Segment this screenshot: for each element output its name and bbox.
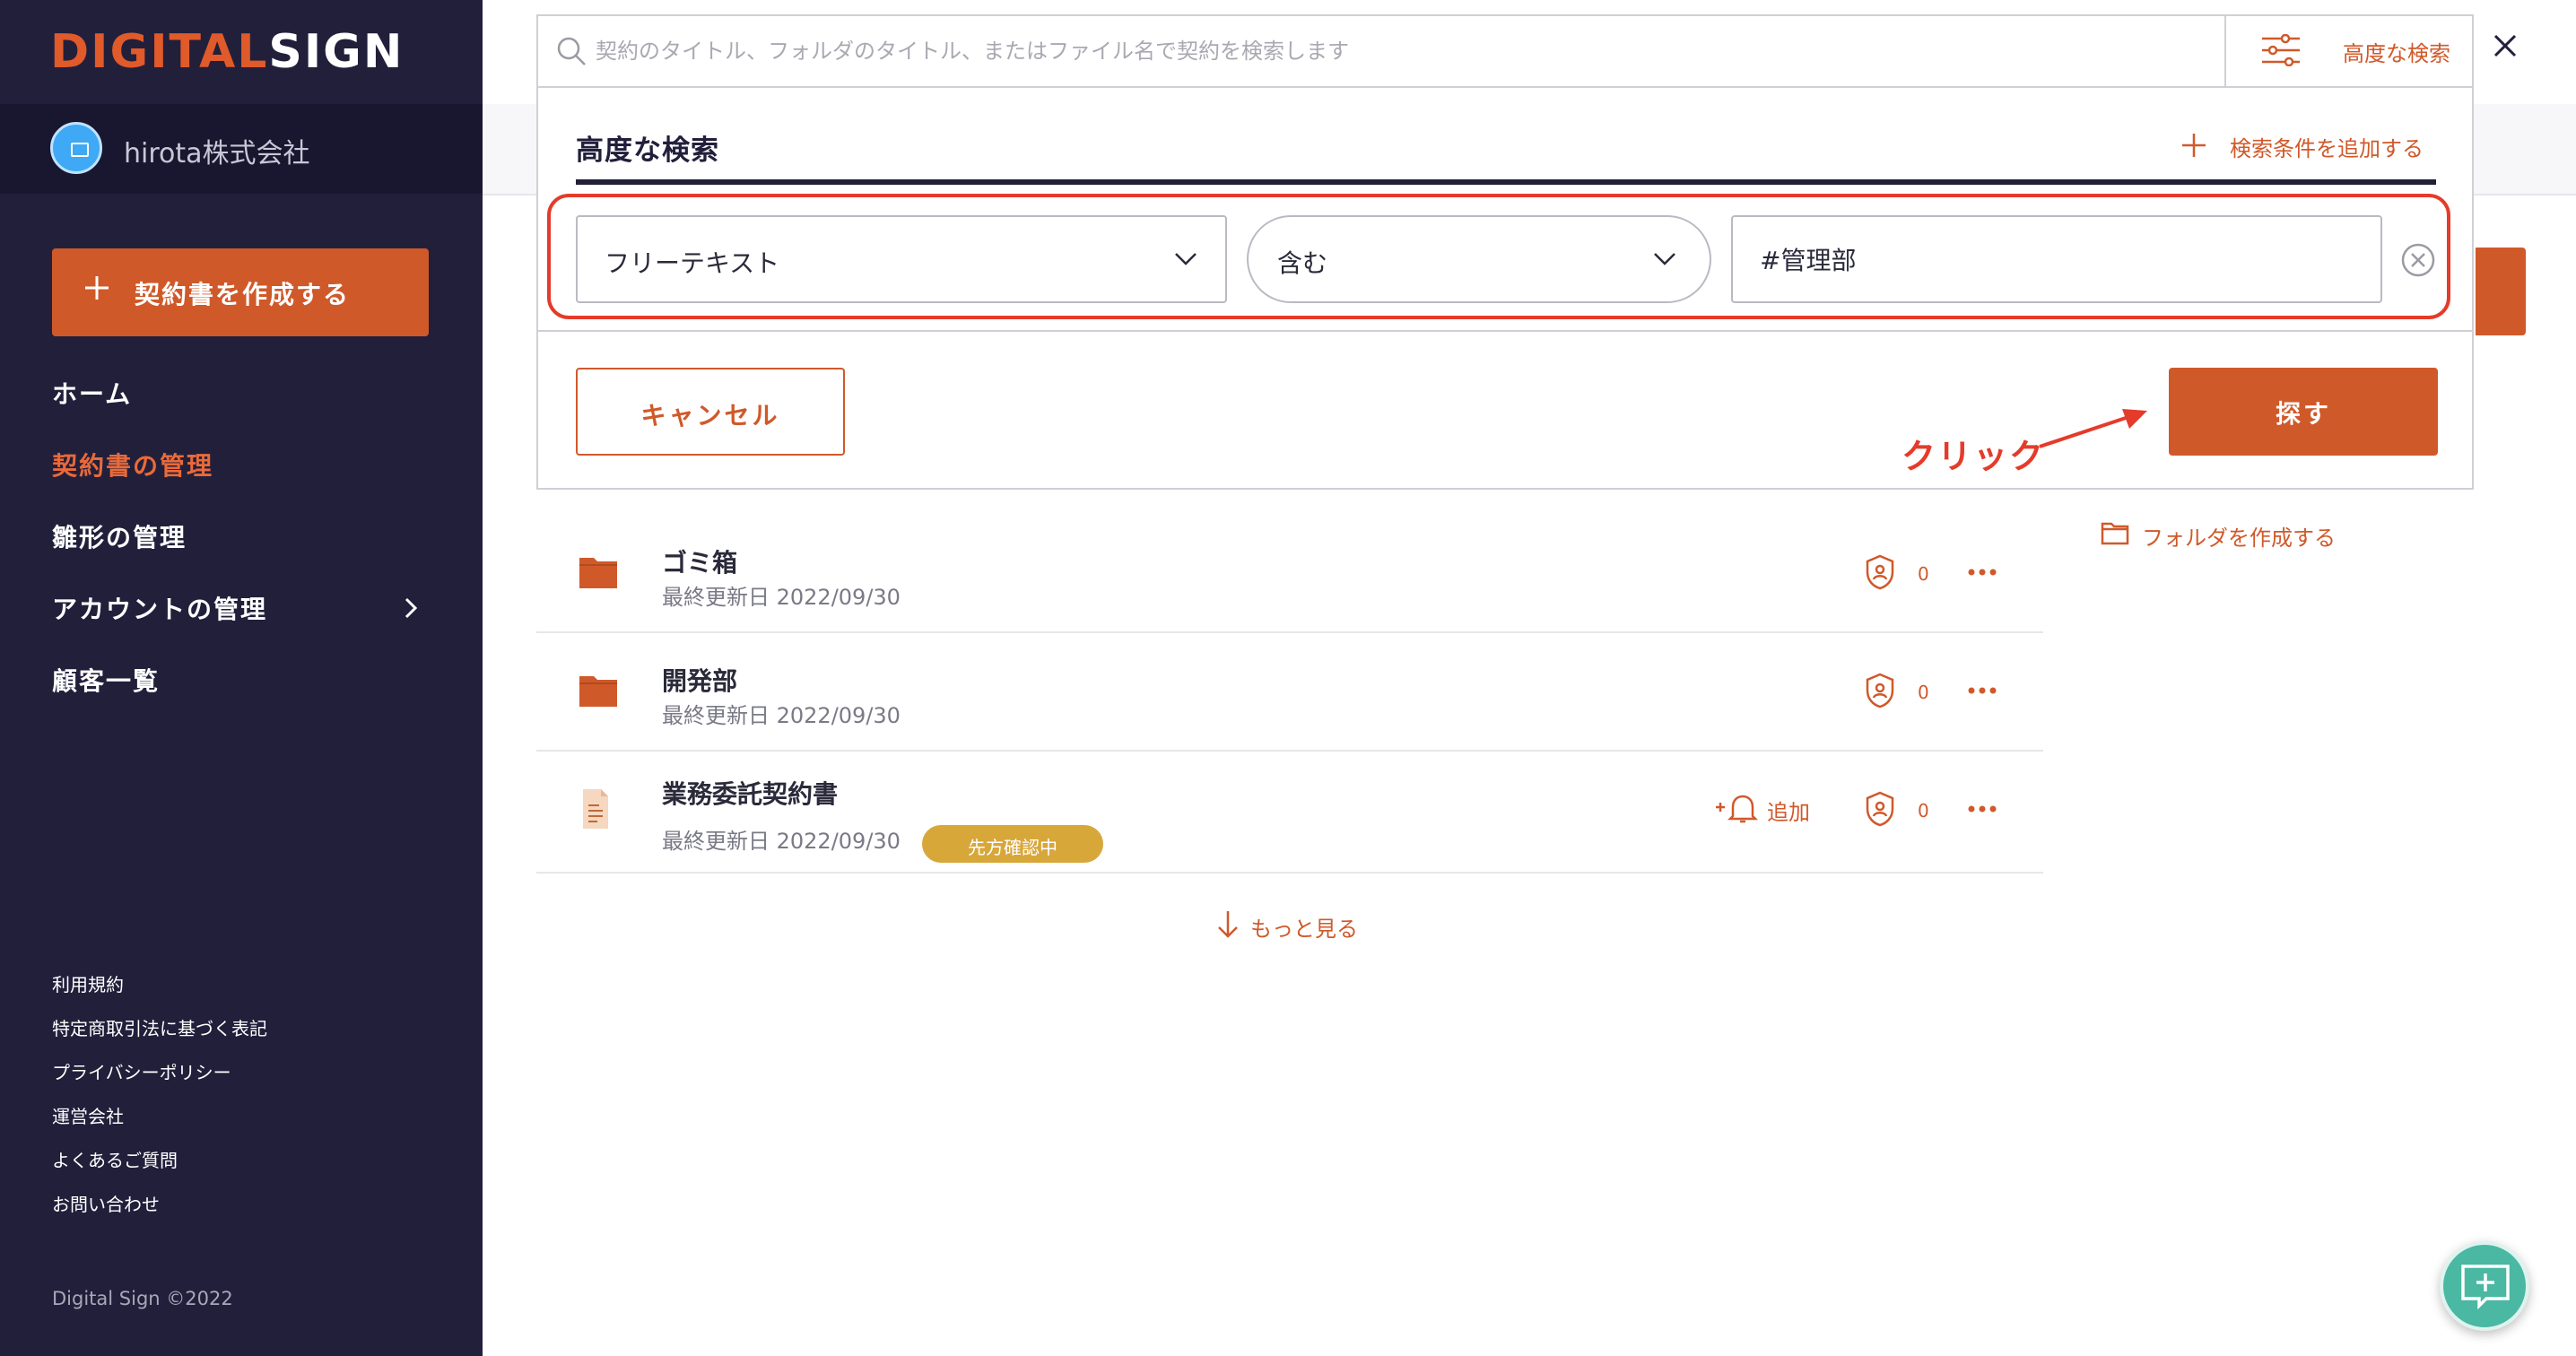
permission-count: 0 xyxy=(1918,563,1929,585)
footer-link-terms[interactable]: 利用規約 xyxy=(52,970,124,996)
create-contract-label: 契約書を作成する xyxy=(135,281,351,309)
chevron-down-icon xyxy=(1173,251,1198,267)
document-icon xyxy=(579,787,612,830)
shield-user-icon[interactable] xyxy=(1864,673,1896,708)
search-submit-button[interactable]: 探す xyxy=(2169,368,2438,456)
clear-condition-icon[interactable] xyxy=(2400,242,2436,278)
app-logo[interactable]: DIGITALSIGN xyxy=(50,25,404,79)
search-input[interactable] xyxy=(594,29,2212,74)
nav-accounts[interactable]: アカウントの管理 xyxy=(52,590,267,626)
list-item[interactable]: 開発部 最終更新日 2022/09/30 0 xyxy=(536,633,2043,752)
advanced-search-toggle-label: 高度な検索 xyxy=(2343,41,2450,66)
status-badge-label: 先方確認中 xyxy=(968,837,1057,858)
company-name: hirota株式会社 xyxy=(124,138,310,170)
advanced-search-title: 高度な検索 xyxy=(576,135,719,167)
list-item[interactable]: 業務委託契約書 最終更新日 2022/09/30 先方確認中 追加 0 xyxy=(536,752,2043,874)
item-date: 最終更新日 2022/09/30 xyxy=(662,585,901,610)
condition-field-value: フリーテキスト xyxy=(605,248,780,278)
nav-contracts[interactable]: 契約書の管理 xyxy=(52,447,213,482)
search-icon xyxy=(556,36,587,66)
item-title: 開発部 xyxy=(662,666,738,696)
permission-count: 0 xyxy=(1918,682,1929,703)
chevron-right-icon[interactable] xyxy=(400,595,422,621)
folder-icon xyxy=(579,673,617,707)
footer-link-company[interactable]: 運営会社 xyxy=(52,1102,124,1128)
item-title: ゴミ箱 xyxy=(662,548,738,578)
footer-link-commerce-law[interactable]: 特定商取引法に基づく表記 xyxy=(52,1014,267,1040)
footer-link-privacy[interactable]: プライバシーポリシー xyxy=(52,1058,231,1084)
nav-customers[interactable]: 顧客一覧 xyxy=(52,662,160,698)
item-title: 業務委託契約書 xyxy=(662,779,839,809)
cancel-button[interactable]: キャンセル xyxy=(576,368,845,456)
chevron-down-icon xyxy=(1652,251,1677,267)
create-folder-label: フォルダを作成する xyxy=(2142,526,2336,551)
item-date: 最終更新日 2022/09/30 xyxy=(662,829,901,854)
add-reminder-label: 追加 xyxy=(1767,800,1810,825)
sliders-icon xyxy=(2260,34,2302,66)
nav-home[interactable]: ホーム xyxy=(52,375,132,411)
chat-widget-button[interactable] xyxy=(2440,1241,2529,1331)
search-submit-label: 探す xyxy=(2275,400,2331,428)
item-date: 最終更新日 2022/09/30 xyxy=(662,703,901,728)
annotation-label: クリック xyxy=(1902,437,2046,476)
shield-user-icon[interactable] xyxy=(1864,554,1896,590)
more-options-icon[interactable] xyxy=(1968,805,1997,813)
arrow-down-icon xyxy=(1214,909,1241,940)
status-badge: 先方確認中 xyxy=(922,825,1103,863)
close-icon[interactable] xyxy=(2492,32,2519,59)
title-underline xyxy=(576,179,2436,185)
list-item[interactable]: ゴミ箱 最終更新日 2022/09/30 0 xyxy=(536,515,2043,633)
create-contract-button[interactable]: 契約書を作成する xyxy=(52,248,429,336)
shield-user-icon[interactable] xyxy=(1864,791,1896,827)
search-bar: 高度な検索 xyxy=(538,16,2472,88)
more-options-icon[interactable] xyxy=(1968,687,1997,694)
footer-link-faq[interactable]: よくあるご質問 xyxy=(52,1146,178,1172)
nav-templates[interactable]: 雛形の管理 xyxy=(52,518,187,554)
condition-field-select[interactable]: フリーテキスト xyxy=(576,215,1227,303)
background-action-button[interactable] xyxy=(2476,248,2526,335)
footer-link-contact[interactable]: お問い合わせ xyxy=(52,1190,160,1216)
copyright: Digital Sign ©2022 xyxy=(52,1288,233,1309)
condition-operator-value: 含む xyxy=(1277,248,1328,278)
folder-outline-icon xyxy=(2101,520,2129,545)
advanced-search-toggle[interactable]: 高度な検索 xyxy=(2224,16,2474,86)
plus-icon xyxy=(2180,131,2208,160)
cancel-label: キャンセル xyxy=(640,402,780,430)
search-panel: 高度な検索 高度な検索 検索条件を追加する フリーテキスト 含む キャンセル 探… xyxy=(536,14,2474,490)
condition-operator-select[interactable]: 含む xyxy=(1247,215,1711,303)
annotation-arrow-icon xyxy=(2036,405,2153,450)
divider xyxy=(538,330,2472,332)
show-more-label: もっと見る xyxy=(1250,917,1358,942)
company-avatar xyxy=(50,122,102,174)
permission-count: 0 xyxy=(1918,800,1929,821)
chat-plus-icon xyxy=(2459,1261,2511,1313)
plus-icon xyxy=(83,274,111,302)
folder-icon xyxy=(579,554,617,588)
condition-value-input[interactable] xyxy=(1731,215,2382,303)
more-options-icon[interactable] xyxy=(1968,569,1997,576)
add-condition-label: 検索条件を追加する xyxy=(2230,136,2424,161)
bell-plus-icon xyxy=(1713,791,1758,825)
